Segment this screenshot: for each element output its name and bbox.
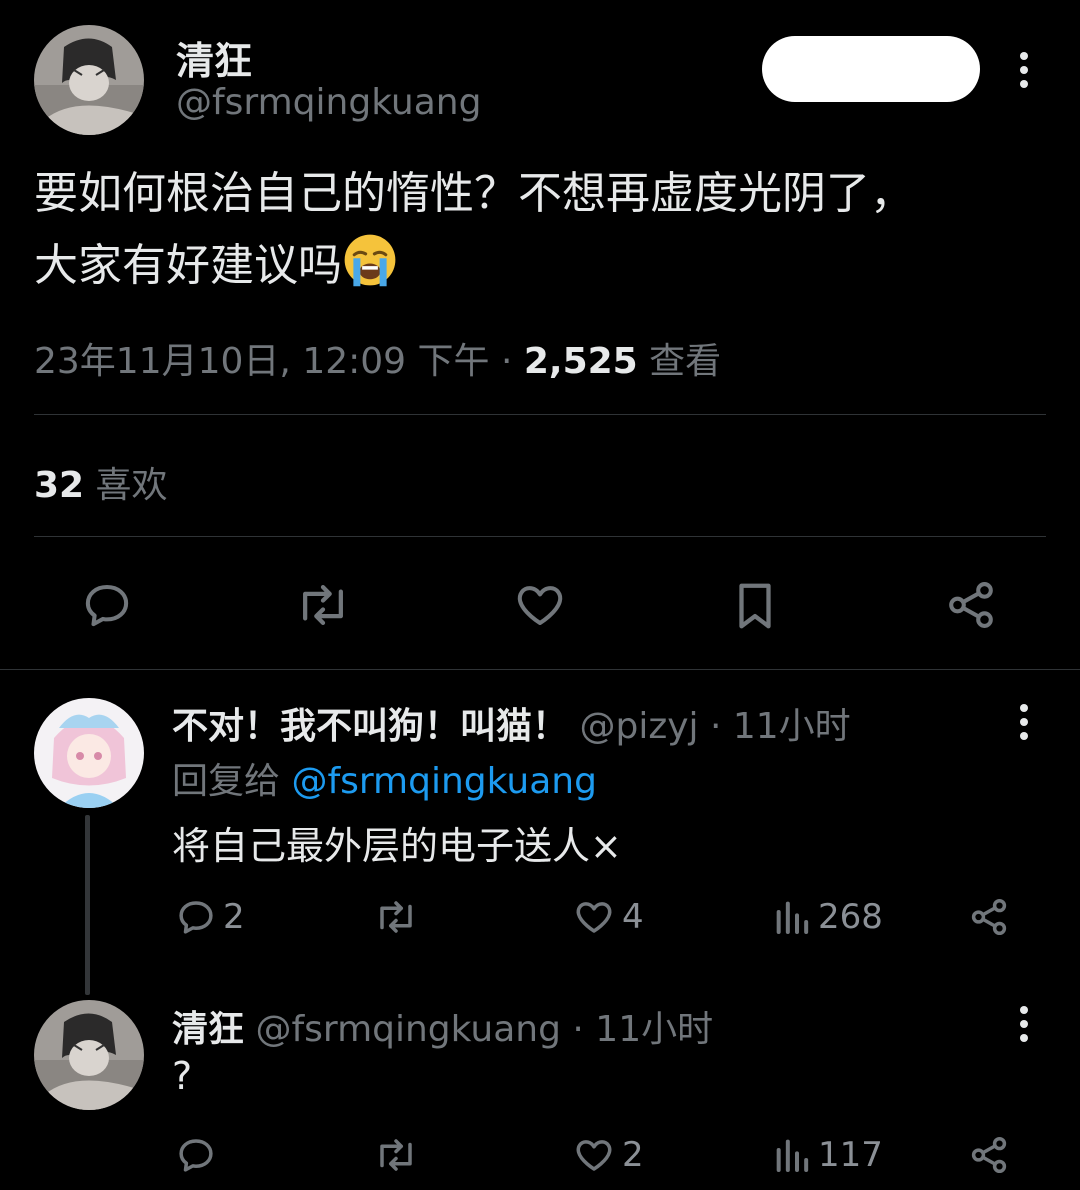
views-button[interactable]: 268: [772, 896, 883, 938]
reply-time[interactable]: · 11小时: [699, 706, 851, 747]
more-options-icon[interactable]: [1015, 702, 1035, 742]
divider: [0, 669, 1080, 670]
share-button[interactable]: [944, 578, 998, 632]
reply-header: 不对！我不叫狗！叫猫！ @pizyj · 11小时: [172, 697, 851, 749]
views-button[interactable]: 117: [772, 1134, 883, 1176]
loudly-crying-face-icon: [344, 234, 396, 287]
retweet-button[interactable]: [294, 578, 352, 632]
reply-avatar[interactable]: [34, 1000, 144, 1110]
like-count: 2: [622, 1135, 644, 1175]
more-options-icon[interactable]: [1015, 50, 1035, 90]
tweet-text-line2-wrap: 大家有好建议吗: [34, 230, 1044, 302]
follow-button[interactable]: [762, 36, 980, 102]
reply-icon: [179, 901, 213, 934]
heart-icon: [576, 902, 612, 933]
tweet-meta: 23年11月10日, 12:09 下午 · 2,525 查看: [34, 332, 721, 384]
tweet-text: 要如何根治自己的惰性？不想再虚度光阴了， 大家有好建议吗: [34, 158, 1044, 302]
author-display-name[interactable]: 清狂: [176, 30, 252, 85]
reply-avatar[interactable]: [34, 698, 144, 808]
avatar-image: [34, 1000, 144, 1110]
author-handle[interactable]: @fsrmqingkuang: [176, 82, 481, 123]
heart-icon: [517, 586, 563, 626]
retweet-icon: [380, 1139, 412, 1171]
share-button[interactable]: [968, 1134, 1010, 1176]
avatar-image: [34, 25, 144, 135]
reply-count: 2: [223, 897, 245, 937]
retweet-button[interactable]: [372, 896, 426, 938]
replying-to: 回复给 @fsrmqingkuang: [172, 752, 597, 804]
reply-button[interactable]: 2: [175, 896, 245, 938]
thread-connector: [85, 815, 90, 995]
like-button[interactable]: 4: [572, 896, 644, 938]
reply-text: 将自己最外层的电子送人×: [172, 824, 622, 868]
like-button[interactable]: 2: [572, 1134, 644, 1176]
view-count: 117: [818, 1135, 883, 1175]
heart-icon: [576, 1140, 612, 1171]
divider: [34, 414, 1046, 415]
retweet-icon: [303, 585, 343, 625]
retweet-button[interactable]: [372, 1134, 426, 1176]
replying-to-prefix: 回复给: [172, 761, 292, 802]
views-label: 查看: [637, 341, 722, 382]
reply-button[interactable]: [80, 578, 134, 632]
likes-label: 喜欢: [84, 465, 168, 506]
views-count: 2,525: [523, 341, 638, 382]
reply-icon: [85, 584, 129, 627]
view-count: 268: [818, 897, 883, 937]
reply-text: ?: [172, 1054, 193, 1098]
like-button[interactable]: [512, 578, 568, 632]
meta-separator: ·: [489, 341, 524, 382]
reply-display-name[interactable]: 不对！我不叫狗！叫猫！: [172, 706, 568, 747]
like-count: 4: [622, 897, 644, 937]
reply-time[interactable]: · 11小时: [561, 1009, 713, 1050]
avatar-image: [34, 698, 144, 808]
likes-count: 32: [34, 465, 85, 506]
reply-handle[interactable]: @pizyj: [579, 706, 698, 747]
share-button[interactable]: [968, 896, 1010, 938]
tweet-text-line1: 要如何根治自己的惰性？不想再虚度光阴了，: [34, 168, 914, 219]
author-avatar[interactable]: [34, 25, 144, 135]
divider: [34, 536, 1046, 537]
reply-header: 清狂 @fsrmqingkuang · 11小时: [172, 1000, 713, 1052]
reply-handle[interactable]: @fsrmqingkuang: [255, 1009, 560, 1050]
share-icon: [949, 582, 993, 628]
tweet-timestamp[interactable]: 23年11月10日, 12:09 下午: [34, 341, 490, 382]
analytics-icon: [776, 901, 809, 934]
more-options-icon[interactable]: [1015, 1004, 1035, 1044]
share-icon: [971, 898, 1007, 936]
reply-icon: [179, 1139, 213, 1172]
reply-button[interactable]: [175, 1134, 223, 1176]
analytics-icon: [776, 1139, 809, 1172]
likes-summary[interactable]: 32 喜欢: [34, 456, 168, 508]
tweet-text-line2: 大家有好建议吗: [34, 240, 342, 291]
bookmark-button[interactable]: [728, 578, 782, 634]
retweet-icon: [380, 901, 412, 933]
bookmark-icon: [739, 583, 771, 629]
reply-display-name[interactable]: 清狂: [172, 1009, 244, 1050]
replying-to-mention[interactable]: @fsrmqingkuang: [291, 761, 596, 802]
share-icon: [971, 1136, 1007, 1174]
